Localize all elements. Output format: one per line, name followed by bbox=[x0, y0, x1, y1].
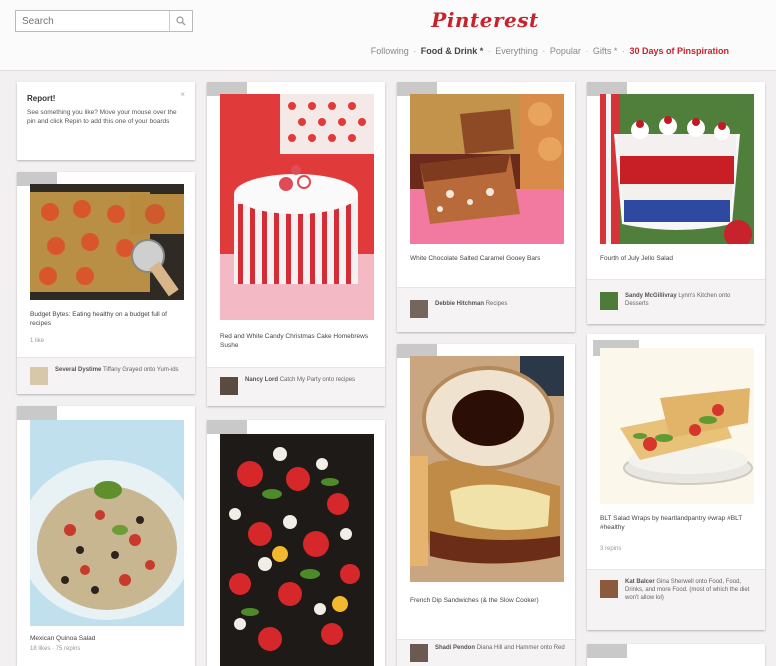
pin-description: French Dip Sandwiches (& the Slow Cooker… bbox=[410, 597, 539, 604]
pin-description: Red and White Candy Christmas Cake Homeb… bbox=[220, 333, 369, 349]
close-icon[interactable]: × bbox=[180, 90, 185, 99]
pinner-name[interactable]: Kat Balcer bbox=[625, 579, 655, 585]
pin-description: Fourth of July Jello Salad bbox=[600, 255, 673, 262]
attribution-text: Shadi Pendon Diana Hill and Hammer onto … bbox=[435, 644, 565, 652]
pinner-name[interactable]: Nancy Lord bbox=[245, 377, 278, 383]
pin-image[interactable] bbox=[410, 356, 564, 582]
nav-30-days[interactable]: 30 Days of Pinspiration bbox=[629, 46, 729, 56]
search-box[interactable] bbox=[15, 10, 193, 32]
nav-gifts[interactable]: Gifts * bbox=[593, 46, 618, 56]
search-input[interactable] bbox=[16, 11, 178, 31]
pin-image[interactable] bbox=[220, 434, 374, 666]
nav-separator: · bbox=[585, 46, 589, 56]
pin-attribution: Sandy McGillivray Lynn's Kitchen onto De… bbox=[587, 279, 765, 324]
pin-image[interactable] bbox=[30, 184, 184, 300]
pin-tag bbox=[207, 420, 247, 434]
pin-stats: 18 likes · 75 repins bbox=[30, 646, 81, 652]
nav-everything[interactable]: Everything bbox=[495, 46, 538, 56]
avatar[interactable] bbox=[600, 292, 618, 310]
pin-stats: 1 like bbox=[30, 338, 45, 344]
pin-attribution: Several Dystime Tiffany Grayed onto Yum-… bbox=[17, 357, 195, 394]
nav-separator: · bbox=[487, 46, 491, 56]
pin-tag bbox=[587, 644, 627, 658]
avatar[interactable] bbox=[410, 300, 428, 318]
attribution-text: Nancy Lord Catch My Party onto recipes bbox=[245, 376, 375, 384]
pin-attribution: Shadi Pendon Diana Hill and Hammer onto … bbox=[397, 639, 575, 666]
pin-image[interactable] bbox=[600, 94, 754, 244]
quinoa-salad-photo bbox=[30, 420, 184, 626]
avatar[interactable] bbox=[410, 644, 428, 662]
nav-following[interactable]: Following bbox=[371, 46, 409, 56]
pinner-name[interactable]: Several Dystime bbox=[55, 367, 101, 373]
pin-stats: 3 repins bbox=[600, 546, 622, 552]
board-text[interactable]: Tiffany Grayed onto Yum-ids bbox=[103, 367, 179, 373]
pin-image[interactable] bbox=[220, 94, 374, 320]
blt-wrap-photo bbox=[600, 348, 754, 504]
pin-card[interactable]: Fourth of July Jello Salad Sandy McGilli… bbox=[587, 82, 765, 324]
search-button[interactable] bbox=[169, 11, 192, 31]
attribution-text: Several Dystime Tiffany Grayed onto Yum-… bbox=[55, 366, 185, 374]
nav-separator: · bbox=[621, 46, 625, 56]
pin-card[interactable]: Mexican Quinoa Salad 18 likes · 75 repin… bbox=[17, 406, 195, 666]
nav-food-drink[interactable]: Food & Drink * bbox=[421, 46, 484, 56]
pizza-photo bbox=[30, 184, 184, 300]
pin-card[interactable]: BLT Salad Wraps by heartlandpantry #wrap… bbox=[587, 334, 765, 630]
pin-image[interactable] bbox=[410, 94, 564, 244]
pin-card[interactable] bbox=[587, 644, 765, 666]
nav-separator: · bbox=[542, 46, 546, 56]
avatar[interactable] bbox=[600, 580, 618, 598]
avatar[interactable] bbox=[30, 367, 48, 385]
pin-card[interactable] bbox=[207, 420, 385, 666]
pin-card[interactable]: French Dip Sandwiches (& the Slow Cooker… bbox=[397, 344, 575, 666]
pin-attribution: Debbie Hitchman Recipes bbox=[397, 287, 575, 332]
pin-attribution: Kat Balcer Gina Sherwell onto Food, Food… bbox=[587, 569, 765, 630]
pin-description: White Chocolate Salted Caramel Gooey Bar… bbox=[410, 255, 541, 262]
pinterest-logo[interactable]: Pinterest bbox=[430, 8, 540, 32]
french-dip-photo bbox=[410, 356, 564, 582]
search-icon bbox=[176, 16, 186, 26]
pin-description: BLT Salad Wraps by heartlandpantry #wrap… bbox=[600, 515, 743, 531]
nav-separator: · bbox=[413, 46, 417, 56]
pin-card[interactable]: Budget Bytes: Eating healthy on a budget… bbox=[17, 172, 195, 394]
pinner-name[interactable]: Shadi Pendon bbox=[435, 645, 475, 651]
board-text[interactable]: Catch My Party onto recipes bbox=[280, 377, 355, 383]
attribution-text: Kat Balcer Gina Sherwell onto Food, Food… bbox=[625, 578, 755, 602]
report-title: Report! bbox=[27, 94, 56, 103]
attribution-text: Debbie Hitchman Recipes bbox=[435, 300, 565, 308]
pin-attribution: Nancy Lord Catch My Party onto recipes bbox=[207, 367, 385, 406]
jello-salad-photo bbox=[600, 94, 754, 244]
pin-card[interactable]: Red and White Candy Christmas Cake Homeb… bbox=[207, 82, 385, 406]
pinner-name[interactable]: Sandy McGillivray bbox=[625, 293, 677, 299]
board-text[interactable]: Recipes bbox=[486, 301, 508, 307]
nav-popular[interactable]: Popular bbox=[550, 46, 581, 56]
avatar[interactable] bbox=[220, 377, 238, 395]
attribution-text: Sandy McGillivray Lynn's Kitchen onto De… bbox=[625, 292, 755, 308]
pin-description: Mexican Quinoa Salad bbox=[30, 635, 96, 642]
caramel-bars-photo bbox=[410, 94, 564, 244]
pin-description: Budget Bytes: Eating healthy on a budget… bbox=[30, 311, 167, 327]
pin-image[interactable] bbox=[600, 348, 754, 504]
report-card: Report! × See something you like? Move y… bbox=[17, 82, 195, 160]
top-bar: Pinterest Following · Food & Drink * · E… bbox=[0, 0, 776, 71]
candy-cake-photo bbox=[220, 94, 374, 320]
pin-card[interactable]: White Chocolate Salted Caramel Gooey Bar… bbox=[397, 82, 575, 332]
board-text[interactable]: Diana Hill and Hammer onto Red bbox=[477, 645, 565, 651]
pin-image[interactable] bbox=[30, 420, 184, 626]
tomato-salad-photo bbox=[220, 434, 374, 666]
category-nav: Following · Food & Drink * · Everything … bbox=[230, 46, 730, 62]
pin-tag bbox=[17, 406, 57, 420]
report-body: See something you like? Move your mouse … bbox=[27, 109, 177, 125]
pinner-name[interactable]: Debbie Hitchman bbox=[435, 301, 484, 307]
